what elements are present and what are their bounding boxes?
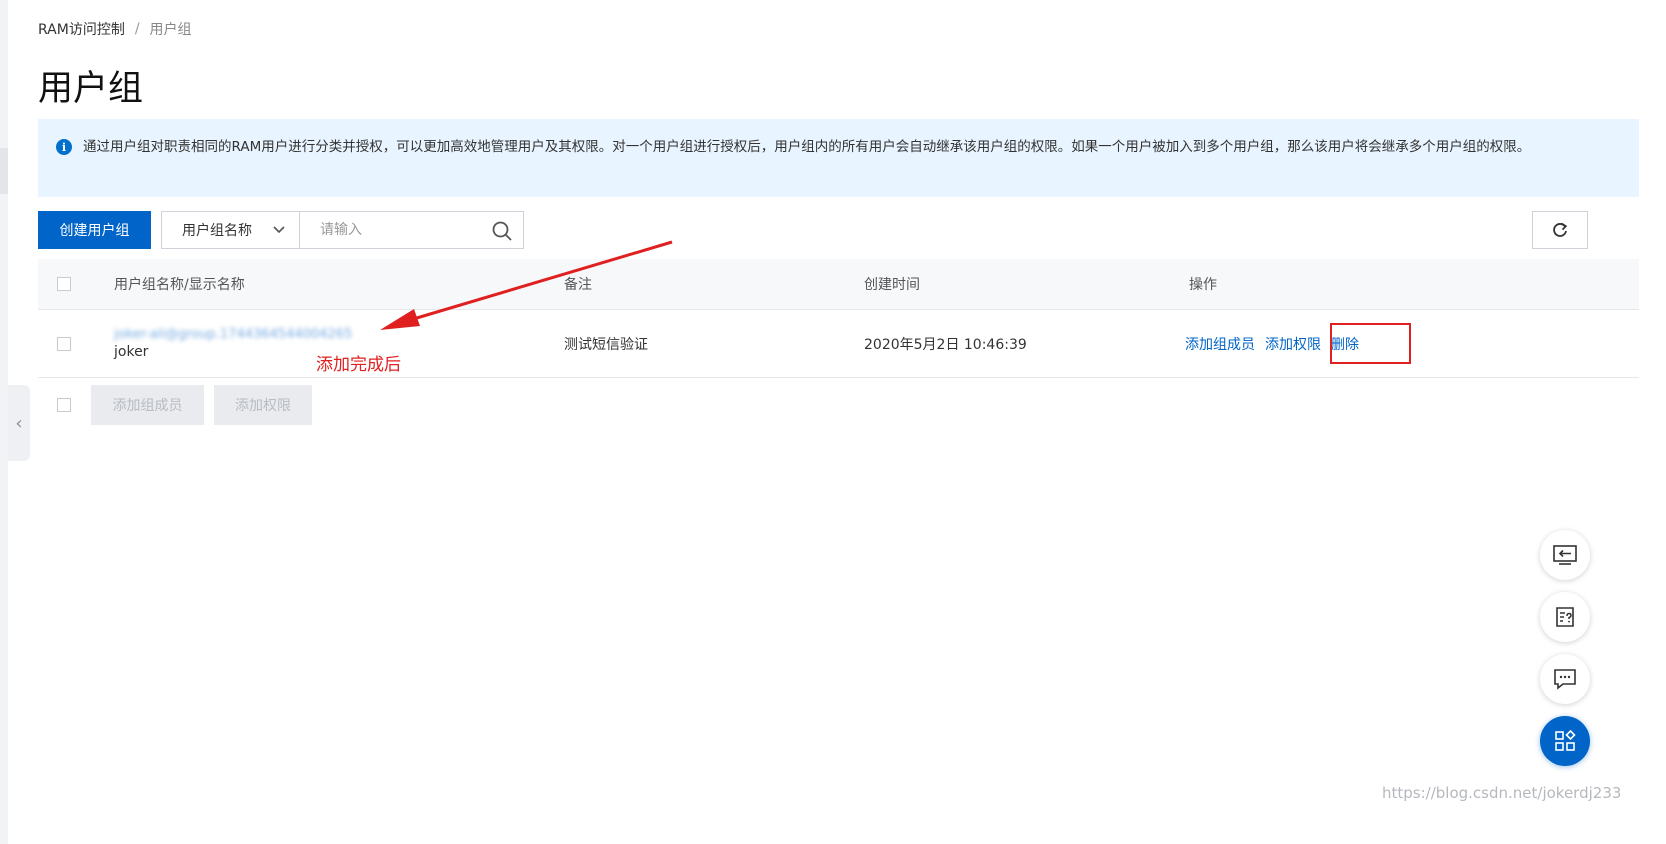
- info-banner: i 通过用户组对职责相同的RAM用户进行分类并授权，可以更加高效地管理用户及其权…: [38, 119, 1639, 197]
- refresh-icon: [1553, 222, 1568, 237]
- refresh-button[interactable]: [1532, 211, 1588, 249]
- bulk-add-members-button[interactable]: 添加组成员: [91, 385, 204, 425]
- breadcrumb: RAM访问控制 / 用户组: [38, 19, 192, 39]
- remark-cell: 测试短信验证: [564, 336, 648, 353]
- delete-link[interactable]: 删除: [1331, 334, 1359, 354]
- bulk-add-permission-button[interactable]: 添加权限: [214, 385, 312, 425]
- chat-button[interactable]: [1540, 654, 1590, 704]
- info-banner-text: 通过用户组对职责相同的RAM用户进行分类并授权，可以更加高效地管理用户及其权限。…: [83, 139, 1531, 155]
- header-select-all: [57, 259, 71, 309]
- help-doc-icon: [1556, 607, 1574, 627]
- row-checkbox[interactable]: [57, 336, 71, 351]
- group-name-link[interactable]: joker-ali@group.1744364544004265: [114, 327, 352, 342]
- chevron-down-icon: [273, 226, 285, 234]
- page-title: 用户组: [38, 69, 144, 109]
- annotation-text: 添加完成后: [316, 355, 401, 375]
- header-actions: 操作: [1189, 277, 1217, 293]
- group-display-name: joker: [114, 344, 149, 360]
- header-group-name: 用户组名称/显示名称: [114, 277, 245, 293]
- exit-panel-icon: [1553, 545, 1577, 565]
- search-box: [299, 211, 524, 249]
- search-icon[interactable]: [491, 220, 513, 242]
- bulk-select-checkbox[interactable]: [57, 398, 71, 412]
- header-created: 创建时间: [864, 277, 920, 293]
- user-group-table: 用户组名称/显示名称 备注 创建时间 操作 joker-ali@group.17…: [38, 259, 1639, 378]
- create-group-button[interactable]: 创建用户组: [38, 211, 151, 249]
- filter-field-label: 用户组名称: [182, 223, 252, 239]
- sidebar-collapse-toggle[interactable]: ‹: [8, 385, 30, 461]
- left-rail: [0, 0, 8, 844]
- chat-icon: [1554, 669, 1576, 690]
- add-permission-link[interactable]: 添加权限: [1265, 334, 1321, 354]
- search-input[interactable]: [300, 213, 480, 247]
- watermark: https://blog.csdn.net/jokerdj233: [1382, 784, 1622, 802]
- breadcrumb-current: 用户组: [149, 22, 192, 38]
- apps-icon: [1555, 729, 1576, 751]
- breadcrumb-root[interactable]: RAM访问控制: [38, 19, 125, 39]
- left-rail-marker: [0, 148, 8, 194]
- breadcrumb-separator: /: [134, 21, 140, 37]
- row-select: [57, 310, 71, 377]
- help-doc-button[interactable]: [1540, 592, 1590, 642]
- table-header: 用户组名称/显示名称 备注 创建时间 操作: [38, 259, 1639, 309]
- apps-button[interactable]: [1540, 716, 1590, 766]
- select-all-checkbox[interactable]: [57, 277, 71, 291]
- add-members-link[interactable]: 添加组成员: [1185, 334, 1255, 354]
- table-row: joker-ali@group.1744364544004265 joker 测…: [38, 309, 1639, 378]
- info-icon: i: [56, 139, 72, 155]
- exit-panel-button[interactable]: [1540, 530, 1590, 580]
- filter-field-select[interactable]: 用户组名称: [161, 211, 299, 249]
- page: ‹ RAM访问控制 / 用户组 用户组 i 通过用户组对职责相同的RAM用户进行…: [0, 0, 1666, 844]
- created-time-cell: 2020年5月2日 10:46:39: [864, 336, 1027, 353]
- chevron-left-icon: ‹: [15, 412, 23, 434]
- bulk-action-bar: 添加组成员 添加权限: [38, 385, 312, 425]
- header-remark: 备注: [564, 277, 592, 293]
- actions-cell: 添加组成员 添加权限 删除: [1185, 310, 1359, 377]
